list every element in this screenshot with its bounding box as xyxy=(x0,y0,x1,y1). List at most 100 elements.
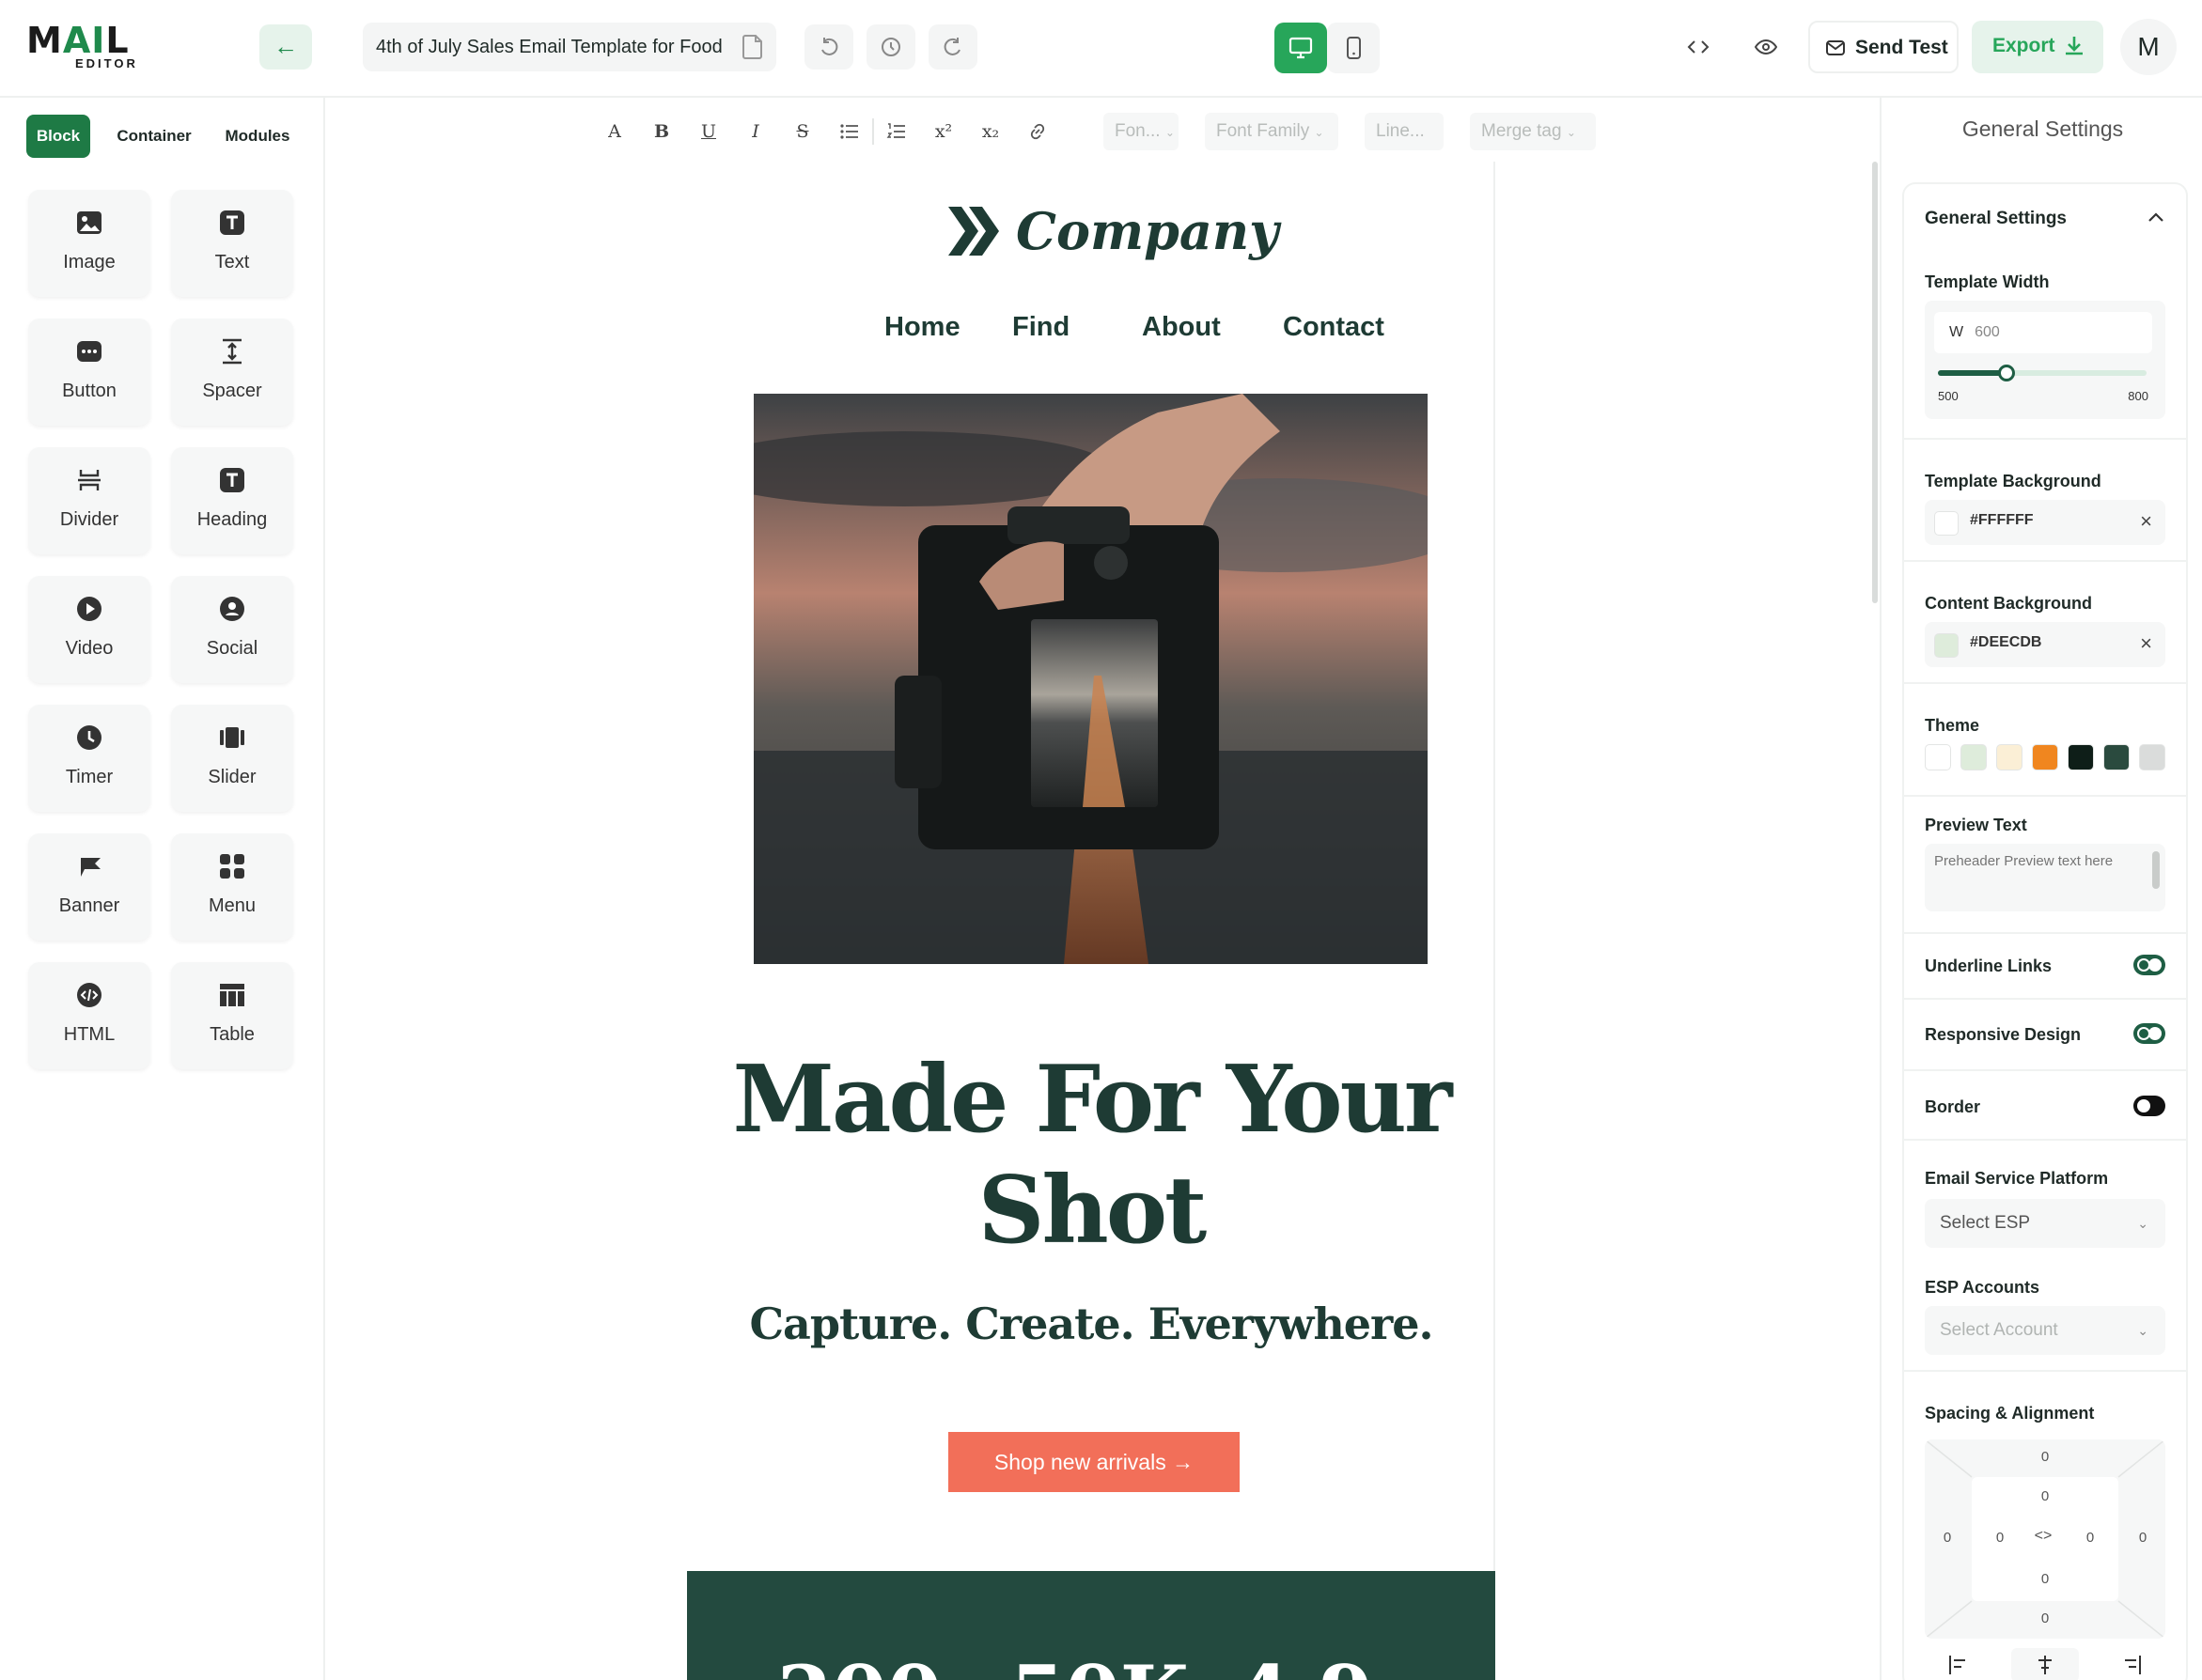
block-button[interactable]: Button xyxy=(28,319,150,426)
theme-swatch[interactable] xyxy=(2103,744,2130,770)
block-table[interactable]: Table xyxy=(171,962,293,1069)
text-color-button[interactable]: A xyxy=(596,111,633,152)
desktop-view-button[interactable] xyxy=(1274,23,1327,73)
theme-swatch[interactable] xyxy=(2068,744,2094,770)
margin-top-value[interactable]: 0 xyxy=(2036,1449,2054,1465)
close-icon[interactable]: × xyxy=(2140,631,2152,656)
color-swatch[interactable] xyxy=(1934,511,1959,536)
block-timer[interactable]: Timer xyxy=(28,705,150,812)
shop-new-arrivals-button[interactable]: Shop new arrivals → xyxy=(948,1432,1240,1492)
block-html[interactable]: HTML xyxy=(28,962,150,1069)
align-right-button[interactable] xyxy=(2098,1648,2165,1680)
template-width-slider[interactable] xyxy=(1938,365,2147,381)
align-center-button[interactable] xyxy=(2011,1648,2079,1680)
block-banner[interactable]: Banner xyxy=(28,833,150,941)
hero-headline[interactable]: Made For Your Shot xyxy=(687,1045,1495,1267)
app-logo[interactable]: MAIL EDITOR xyxy=(26,23,148,70)
strikethrough-button[interactable]: S xyxy=(784,111,821,152)
superscript-button[interactable]: x² xyxy=(925,111,962,152)
block-menu[interactable]: Menu xyxy=(171,833,293,941)
line-height-value: Line... xyxy=(1376,121,1425,141)
italic-button[interactable]: I xyxy=(737,111,774,152)
undo-button[interactable] xyxy=(804,24,853,70)
underline-links-toggle[interactable] xyxy=(2133,955,2165,975)
content-background-field[interactable]: #DEECDB × xyxy=(1925,622,2165,667)
user-avatar[interactable]: M xyxy=(2120,19,2177,75)
tab-modules[interactable]: Modules xyxy=(212,115,303,158)
canvas-scrollbar[interactable] xyxy=(1872,162,1878,603)
padding-right-value[interactable]: 0 xyxy=(2081,1530,2100,1546)
template-width-input[interactable]: W 600 xyxy=(1934,312,2152,353)
code-view-button[interactable] xyxy=(1673,24,1724,70)
block-spacer[interactable]: Spacer xyxy=(171,319,293,426)
template-title-field[interactable] xyxy=(363,23,776,71)
color-swatch[interactable] xyxy=(1934,633,1959,658)
document-icon[interactable] xyxy=(741,34,765,60)
border-toggle[interactable] xyxy=(2133,1096,2165,1116)
chevron-down-icon: ⌄ xyxy=(2137,1323,2148,1338)
block-video[interactable]: Video xyxy=(28,576,150,683)
block-heading[interactable]: Heading xyxy=(171,447,293,554)
history-button[interactable] xyxy=(867,24,915,70)
margin-left-value[interactable]: 0 xyxy=(1938,1530,1957,1546)
padding-bottom-value[interactable]: 0 xyxy=(2036,1571,2054,1587)
email-nav-contact[interactable]: Contact xyxy=(1283,312,1384,343)
back-button[interactable]: ← xyxy=(259,24,312,70)
export-button[interactable]: Export xyxy=(1972,21,2103,73)
bold-button[interactable]: B xyxy=(643,111,680,152)
responsive-design-toggle[interactable] xyxy=(2133,1023,2165,1044)
send-test-button[interactable]: Send Test xyxy=(1808,21,1959,73)
email-nav-find[interactable]: Find xyxy=(1012,312,1070,343)
chevron-up-icon[interactable] xyxy=(2147,210,2165,224)
block-slider[interactable]: Slider xyxy=(171,705,293,812)
numbered-list-button[interactable] xyxy=(878,111,915,152)
theme-swatch[interactable] xyxy=(1925,744,1951,770)
link-button[interactable] xyxy=(1019,111,1056,152)
block-text[interactable]: Text xyxy=(171,190,293,297)
width-value: 600 xyxy=(1975,324,2000,340)
template-background-field[interactable]: #FFFFFF × xyxy=(1925,500,2165,545)
redo-button[interactable] xyxy=(929,24,977,70)
margin-right-value[interactable]: 0 xyxy=(2133,1530,2152,1546)
theme-swatch[interactable] xyxy=(1996,744,2022,770)
hero-tagline[interactable]: Capture. Create. Everywhere. xyxy=(687,1299,1495,1349)
slider-handle[interactable] xyxy=(1998,365,2016,381)
font-size-select[interactable]: Fon... ⌄ xyxy=(1103,113,1179,150)
mobile-view-button[interactable] xyxy=(1327,23,1380,73)
block-label: Text xyxy=(214,252,250,272)
preview-text-input[interactable] xyxy=(1934,853,2141,902)
editor-canvas[interactable]: Company Home Find About Contact Made For… xyxy=(325,162,1878,1680)
theme-swatch[interactable] xyxy=(1960,744,1987,770)
tab-container[interactable]: Container xyxy=(105,115,203,158)
email-nav-home[interactable]: Home xyxy=(884,312,960,343)
block-image[interactable]: Image xyxy=(28,190,150,297)
tab-block[interactable]: Block xyxy=(26,115,90,158)
preview-button[interactable] xyxy=(1741,24,1791,70)
block-social[interactable]: Social xyxy=(171,576,293,683)
block-divider[interactable]: Divider xyxy=(28,447,150,554)
email-nav-about[interactable]: About xyxy=(1142,312,1221,343)
padding-left-value[interactable]: 0 xyxy=(1991,1530,2009,1546)
esp-account-select[interactable]: Select Account ⌄ xyxy=(1925,1306,2165,1355)
stats-section[interactable]: 200 50K 4.9 xyxy=(687,1571,1495,1680)
brand-header[interactable]: Company xyxy=(687,199,1495,265)
preview-text-field[interactable] xyxy=(1925,844,2165,911)
close-icon[interactable]: × xyxy=(2140,509,2152,534)
merge-tag-select[interactable]: Merge tag ⌄ xyxy=(1470,113,1596,150)
theme-swatch[interactable] xyxy=(2139,744,2165,770)
link-spacing-icon[interactable]: <> xyxy=(2034,1528,2053,1545)
padding-top-value[interactable]: 0 xyxy=(2036,1488,2054,1504)
line-height-select[interactable]: Line... xyxy=(1365,113,1444,150)
scrollbar[interactable] xyxy=(2152,851,2160,889)
hero-image[interactable] xyxy=(754,394,1428,964)
esp-select[interactable]: Select ESP ⌄ xyxy=(1925,1199,2165,1248)
font-family-select[interactable]: Font Family ⌄ xyxy=(1205,113,1338,150)
email-template[interactable]: Company Home Find About Contact Made For… xyxy=(687,162,1495,1680)
subscript-button[interactable]: x₂ xyxy=(972,111,1009,152)
margin-bottom-value[interactable]: 0 xyxy=(2036,1610,2054,1626)
align-left-button[interactable] xyxy=(1925,1648,1992,1680)
theme-swatch[interactable] xyxy=(2032,744,2058,770)
bullet-list-button[interactable] xyxy=(831,111,868,152)
underline-button[interactable]: U xyxy=(690,111,727,152)
template-title-input[interactable] xyxy=(376,23,733,71)
